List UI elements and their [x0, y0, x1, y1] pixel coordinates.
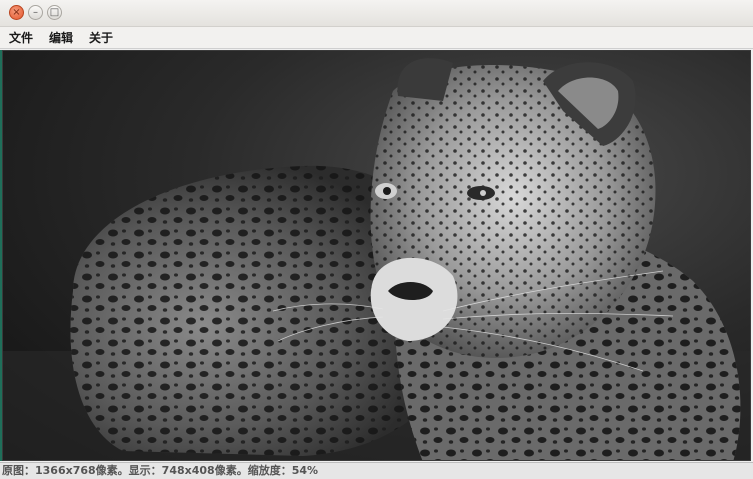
menu-about[interactable]: 关于: [89, 27, 113, 49]
menu-bar: 文件 编辑 关于: [0, 27, 753, 49]
image-canvas[interactable]: [2, 50, 751, 461]
leopard-photo: [3, 58, 750, 460]
menu-file[interactable]: 文件: [9, 27, 33, 49]
menu-edit[interactable]: 编辑: [49, 27, 73, 49]
title-bar[interactable]: × – □: [0, 0, 753, 27]
maximize-icon[interactable]: □: [47, 5, 62, 20]
minimize-icon[interactable]: –: [28, 5, 43, 20]
app-window: × – □ 文件 编辑 关于 原图：1366x768像素。显示：748x408像…: [0, 0, 753, 479]
status-bar: 原图：1366x768像素。显示：748x408像素。缩放度：54%: [0, 462, 753, 479]
close-icon[interactable]: ×: [9, 5, 24, 20]
